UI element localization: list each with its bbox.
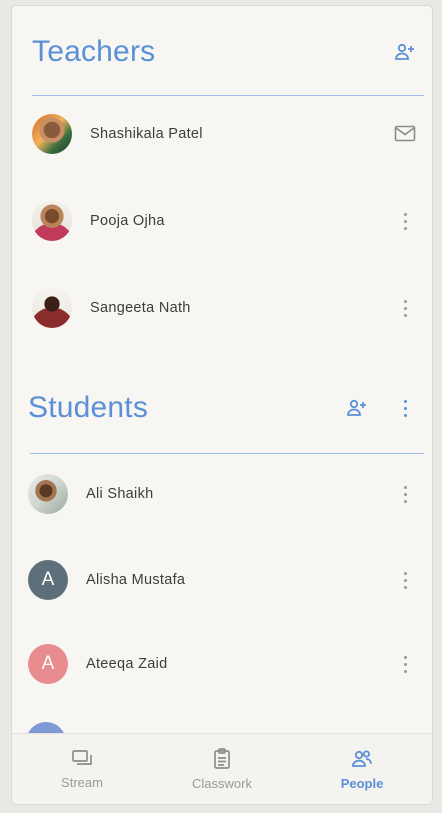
students-header-actions xyxy=(342,393,420,423)
teachers-divider xyxy=(32,95,424,96)
nav-people[interactable]: People xyxy=(292,734,432,804)
add-student-icon[interactable] xyxy=(342,393,372,423)
teacher-row[interactable]: Sangeeta Nath xyxy=(12,282,432,334)
teachers-title: Teachers xyxy=(32,35,156,68)
avatar xyxy=(32,288,72,328)
avatar: A xyxy=(28,644,68,684)
more-vert-icon[interactable] xyxy=(390,649,420,679)
avatar xyxy=(32,201,72,241)
student-name: Ali Shaikh xyxy=(86,486,154,502)
classwork-icon xyxy=(214,747,230,769)
nav-people-label: People xyxy=(340,775,384,791)
stream-icon xyxy=(72,749,92,765)
teachers-header: Teachers xyxy=(12,22,432,82)
avatar xyxy=(32,114,72,154)
avatar: A xyxy=(28,560,68,600)
people-screen: Teachers Shashikala Patel Pooja Ojha San… xyxy=(12,6,432,804)
avatar xyxy=(28,474,68,514)
students-title: Students xyxy=(28,391,149,424)
teacher-row[interactable]: Pooja Ojha xyxy=(12,195,432,247)
teacher-row[interactable]: Shashikala Patel xyxy=(12,108,432,160)
students-divider xyxy=(30,453,424,454)
more-vert-icon[interactable] xyxy=(390,479,420,509)
teacher-name: Pooja Ojha xyxy=(90,213,165,229)
more-vert-icon[interactable] xyxy=(390,393,420,423)
student-row[interactable]: Ali Shaikh xyxy=(12,468,432,520)
nav-classwork-label: Classwork xyxy=(192,775,252,791)
teacher-name: Shashikala Patel xyxy=(90,126,203,142)
more-vert-icon[interactable] xyxy=(390,206,420,236)
student-name: Ateeqa Zaid xyxy=(86,656,168,672)
student-row[interactable]: A Alisha Mustafa xyxy=(12,554,432,606)
mail-icon[interactable] xyxy=(390,119,420,149)
nav-stream-label: Stream xyxy=(61,774,103,790)
bottom-navigation: Stream Classwork People xyxy=(12,733,432,804)
nav-stream[interactable]: Stream xyxy=(12,734,152,804)
add-teacher-icon[interactable] xyxy=(390,37,420,67)
more-vert-icon[interactable] xyxy=(390,565,420,595)
student-row[interactable]: A Ateeqa Zaid xyxy=(12,638,432,690)
student-name: Alisha Mustafa xyxy=(86,572,186,588)
students-header: Students xyxy=(12,378,432,438)
people-icon xyxy=(352,750,372,767)
nav-classwork[interactable]: Classwork xyxy=(152,734,292,804)
more-vert-icon[interactable] xyxy=(390,293,420,323)
teacher-name: Sangeeta Nath xyxy=(90,300,191,316)
